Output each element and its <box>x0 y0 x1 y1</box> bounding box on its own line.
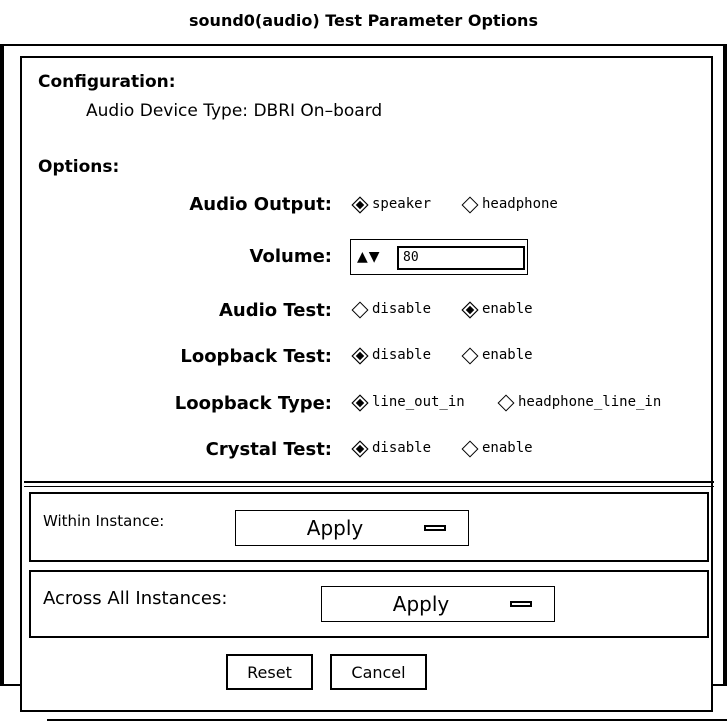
loopback-test-disable-radio[interactable]: disable <box>352 347 431 363</box>
window-frame-bottom-lower <box>47 719 727 721</box>
menu-button-icon <box>510 601 532 607</box>
diamond-icon <box>462 441 476 455</box>
options-heading: Options: <box>38 157 120 177</box>
window-frame-right <box>723 44 727 684</box>
audio-output-speaker-radio[interactable]: speaker <box>352 196 431 212</box>
loopback-type-headphone-line-in-radio[interactable]: headphone_line_in <box>498 394 661 410</box>
audio-output-speaker-label: speaker <box>372 196 432 212</box>
within-instance-label: Within Instance: <box>43 512 165 530</box>
dialog-window: sound0(audio) Test Parameter Options Con… <box>0 0 727 724</box>
across-instances-apply-label: Apply <box>392 592 450 616</box>
volume-label: Volume: <box>249 246 332 267</box>
loopback-type-line-out-in-radio[interactable]: line_out_in <box>352 394 465 410</box>
diamond-icon <box>462 197 476 211</box>
volume-stepper[interactable]: ▲▼ 80 <box>350 239 528 275</box>
window-frame-left <box>0 44 4 684</box>
diamond-selected-icon <box>352 395 366 409</box>
diamond-icon <box>462 348 476 362</box>
audio-output-headphone-label: headphone <box>482 196 558 212</box>
diamond-icon <box>498 395 512 409</box>
loopback-type-label: Loopback Type: <box>174 393 332 414</box>
audio-test-label: Audio Test: <box>218 300 332 321</box>
crystal-test-enable-label: enable <box>482 440 533 456</box>
reset-button[interactable]: Reset <box>226 654 313 690</box>
volume-input[interactable]: 80 <box>397 246 525 270</box>
across-instances-apply-button[interactable]: Apply <box>321 586 555 622</box>
audio-output-headphone-radio[interactable]: headphone <box>462 196 558 212</box>
diamond-selected-icon <box>462 302 476 316</box>
loopback-test-enable-label: enable <box>482 347 533 363</box>
across-instances-group: Across All Instances: Apply <box>29 570 709 638</box>
audio-test-enable-label: enable <box>482 301 533 317</box>
audio-output-label: Audio Output: <box>189 194 332 215</box>
crystal-test-label: Crystal Test: <box>205 439 332 460</box>
diamond-selected-icon <box>352 197 366 211</box>
crystal-test-disable-label: disable <box>372 440 432 456</box>
window-title: sound0(audio) Test Parameter Options <box>189 11 538 30</box>
volume-arrows-icon[interactable]: ▲▼ <box>357 249 381 265</box>
separator <box>24 481 714 483</box>
within-instance-group: Within Instance: Apply <box>29 492 709 562</box>
loopback-type-headphone-line-in-label: headphone_line_in <box>518 394 662 410</box>
loopback-test-label: Loopback Test: <box>180 346 332 367</box>
loopback-test-enable-radio[interactable]: enable <box>462 347 533 363</box>
audio-test-enable-radio[interactable]: enable <box>462 301 533 317</box>
diamond-selected-icon <box>352 348 366 362</box>
configuration-heading: Configuration: <box>38 72 176 92</box>
cancel-button[interactable]: Cancel <box>330 654 427 690</box>
audio-device-type: Audio Device Type: DBRI On–board <box>86 101 383 121</box>
crystal-test-enable-radio[interactable]: enable <box>462 440 533 456</box>
menu-button-icon <box>424 525 446 531</box>
audio-test-disable-radio[interactable]: disable <box>352 301 431 317</box>
loopback-type-line-out-in-label: line_out_in <box>372 394 465 410</box>
within-instance-apply-button[interactable]: Apply <box>235 510 469 546</box>
diamond-icon <box>352 302 366 316</box>
title-bar[interactable]: sound0(audio) Test Parameter Options <box>0 0 727 46</box>
across-instances-label: Across All Instances: <box>43 588 228 609</box>
within-instance-apply-label: Apply <box>306 516 364 540</box>
diamond-selected-icon <box>352 441 366 455</box>
separator-secondary <box>24 486 714 487</box>
crystal-test-disable-radio[interactable]: disable <box>352 440 431 456</box>
audio-test-disable-label: disable <box>372 301 432 317</box>
loopback-test-disable-label: disable <box>372 347 432 363</box>
